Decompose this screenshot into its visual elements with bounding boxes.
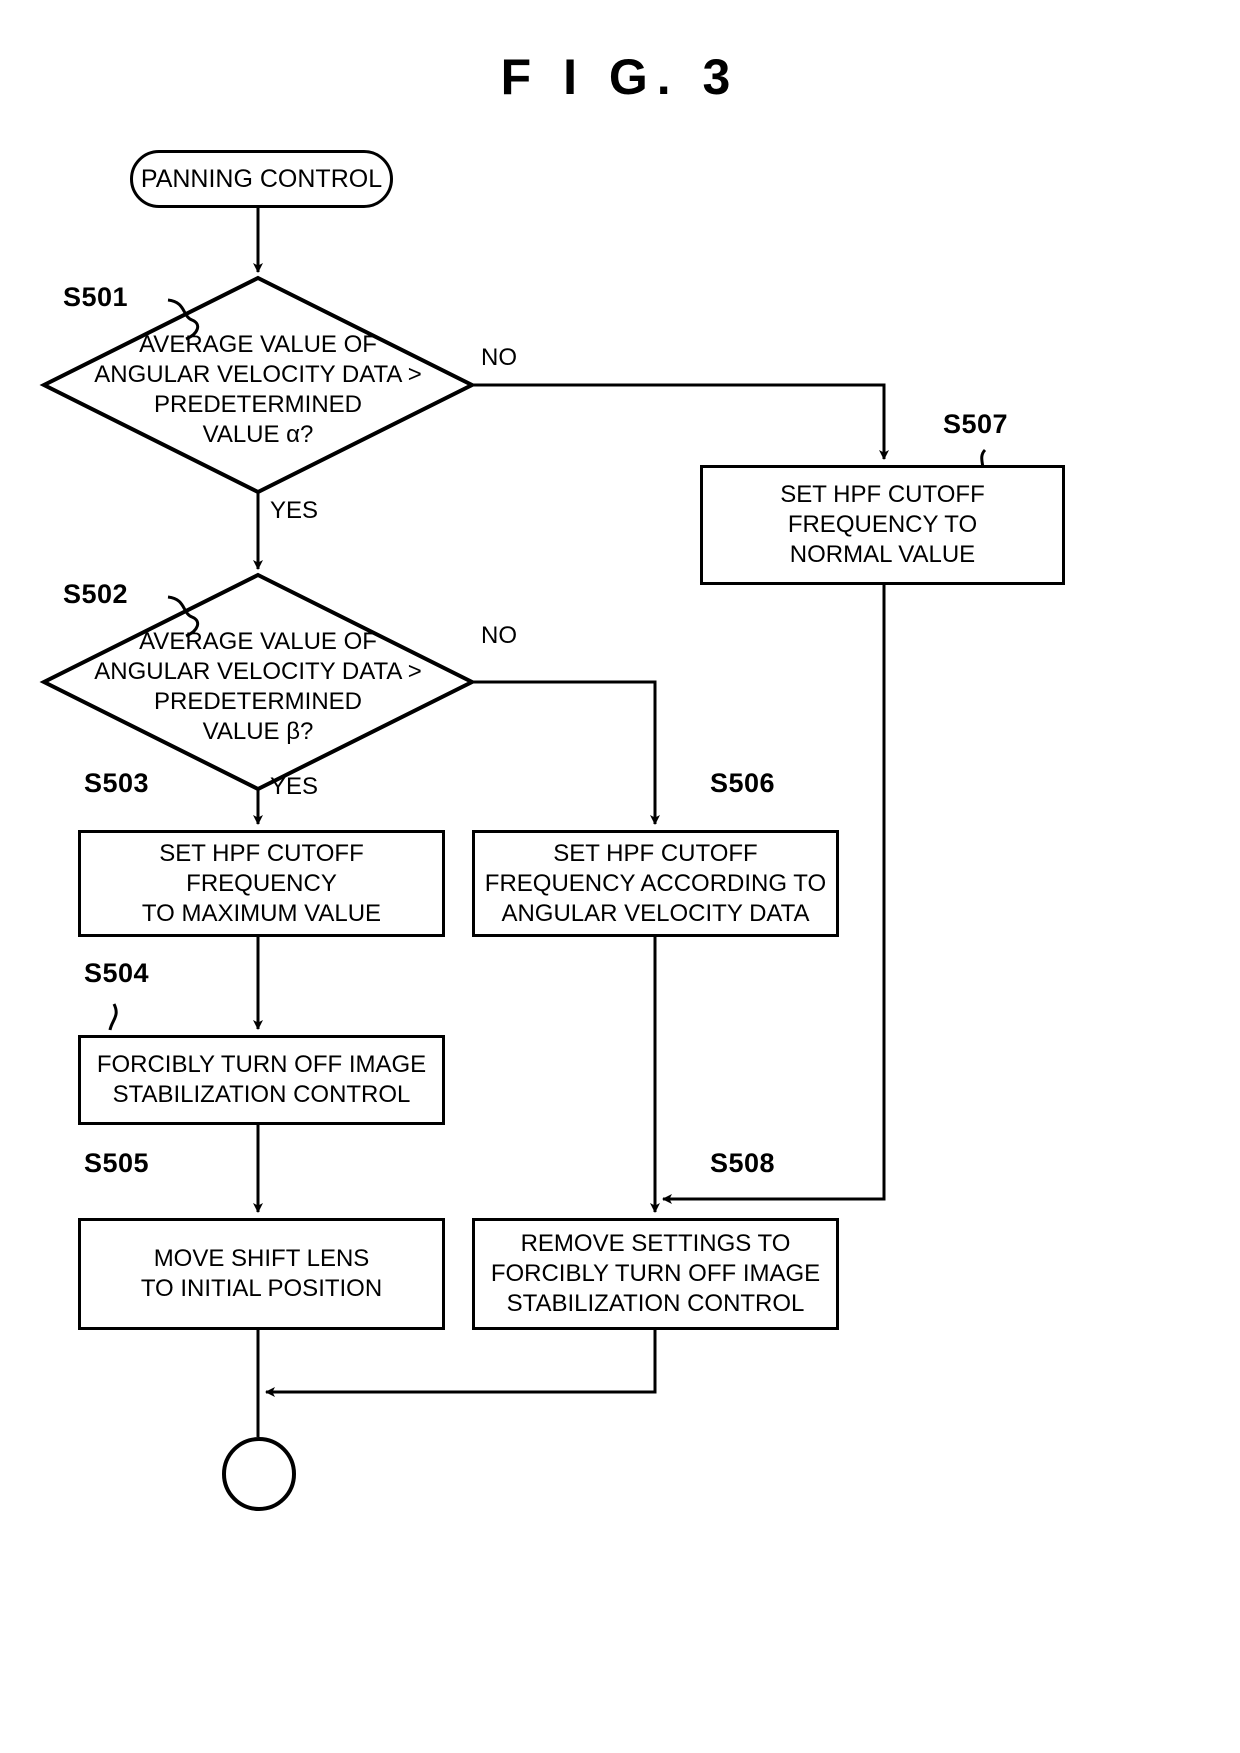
branch-label-s502-no: NO [481,622,517,649]
step-label-s504: S504 [84,958,150,988]
process-s505-text: MOVE SHIFT LENS TO INITIAL POSITION [140,1245,383,1302]
step-label-s502: S502 [63,579,129,609]
branch-label-s502-yes: YES [270,773,319,800]
step-label-s507: S507 [943,409,1009,439]
decision-s501-text: AVERAGE VALUE OF ANGULAR VELOCITY DATA >… [94,331,422,448]
process-s507-text: SET HPF CUTOFF FREQUENCY TO NORMAL VALUE [780,481,985,568]
figure-sheet: F I G. 3 PANNING CONTROL AVERAGE VALUE O… [0,0,1240,1753]
process-s508-box: REMOVE SETTINGS TO FORCIBLY TURN OFF IMA… [472,1218,839,1330]
step-label-s503: S503 [84,768,150,798]
decision-s502-text: AVERAGE VALUE OF ANGULAR VELOCITY DATA >… [94,628,422,745]
start-terminal-label: PANNING CONTROL [140,165,383,193]
process-s506-box: SET HPF CUTOFF FREQUENCY ACCORDING TO AN… [472,830,839,937]
process-s503-box: SET HPF CUTOFF FREQUENCY TO MAXIMUM VALU… [78,830,445,937]
step-label-s508: S508 [710,1148,776,1178]
branch-label-s501-yes: YES [270,497,319,524]
process-s504-box: FORCIBLY TURN OFF IMAGE STABILIZATION CO… [78,1035,445,1125]
process-s506-text: SET HPF CUTOFF FREQUENCY ACCORDING TO AN… [484,839,827,927]
step-label-s506: S506 [710,768,776,798]
start-terminal: PANNING CONTROL [130,150,393,208]
process-s508-text: REMOVE SETTINGS TO FORCIBLY TURN OFF IMA… [490,1230,821,1317]
step-label-s501: S501 [63,282,129,312]
process-s507-box: SET HPF CUTOFF FREQUENCY TO NORMAL VALUE [700,465,1065,585]
branch-label-s501-no: NO [481,344,517,371]
end-terminal [222,1437,296,1511]
process-s505-box: MOVE SHIFT LENS TO INITIAL POSITION [78,1218,445,1330]
process-s503-text: SET HPF CUTOFF FREQUENCY TO MAXIMUM VALU… [141,839,382,927]
process-s504-text: FORCIBLY TURN OFF IMAGE STABILIZATION CO… [96,1051,427,1108]
step-label-s505: S505 [84,1148,150,1178]
